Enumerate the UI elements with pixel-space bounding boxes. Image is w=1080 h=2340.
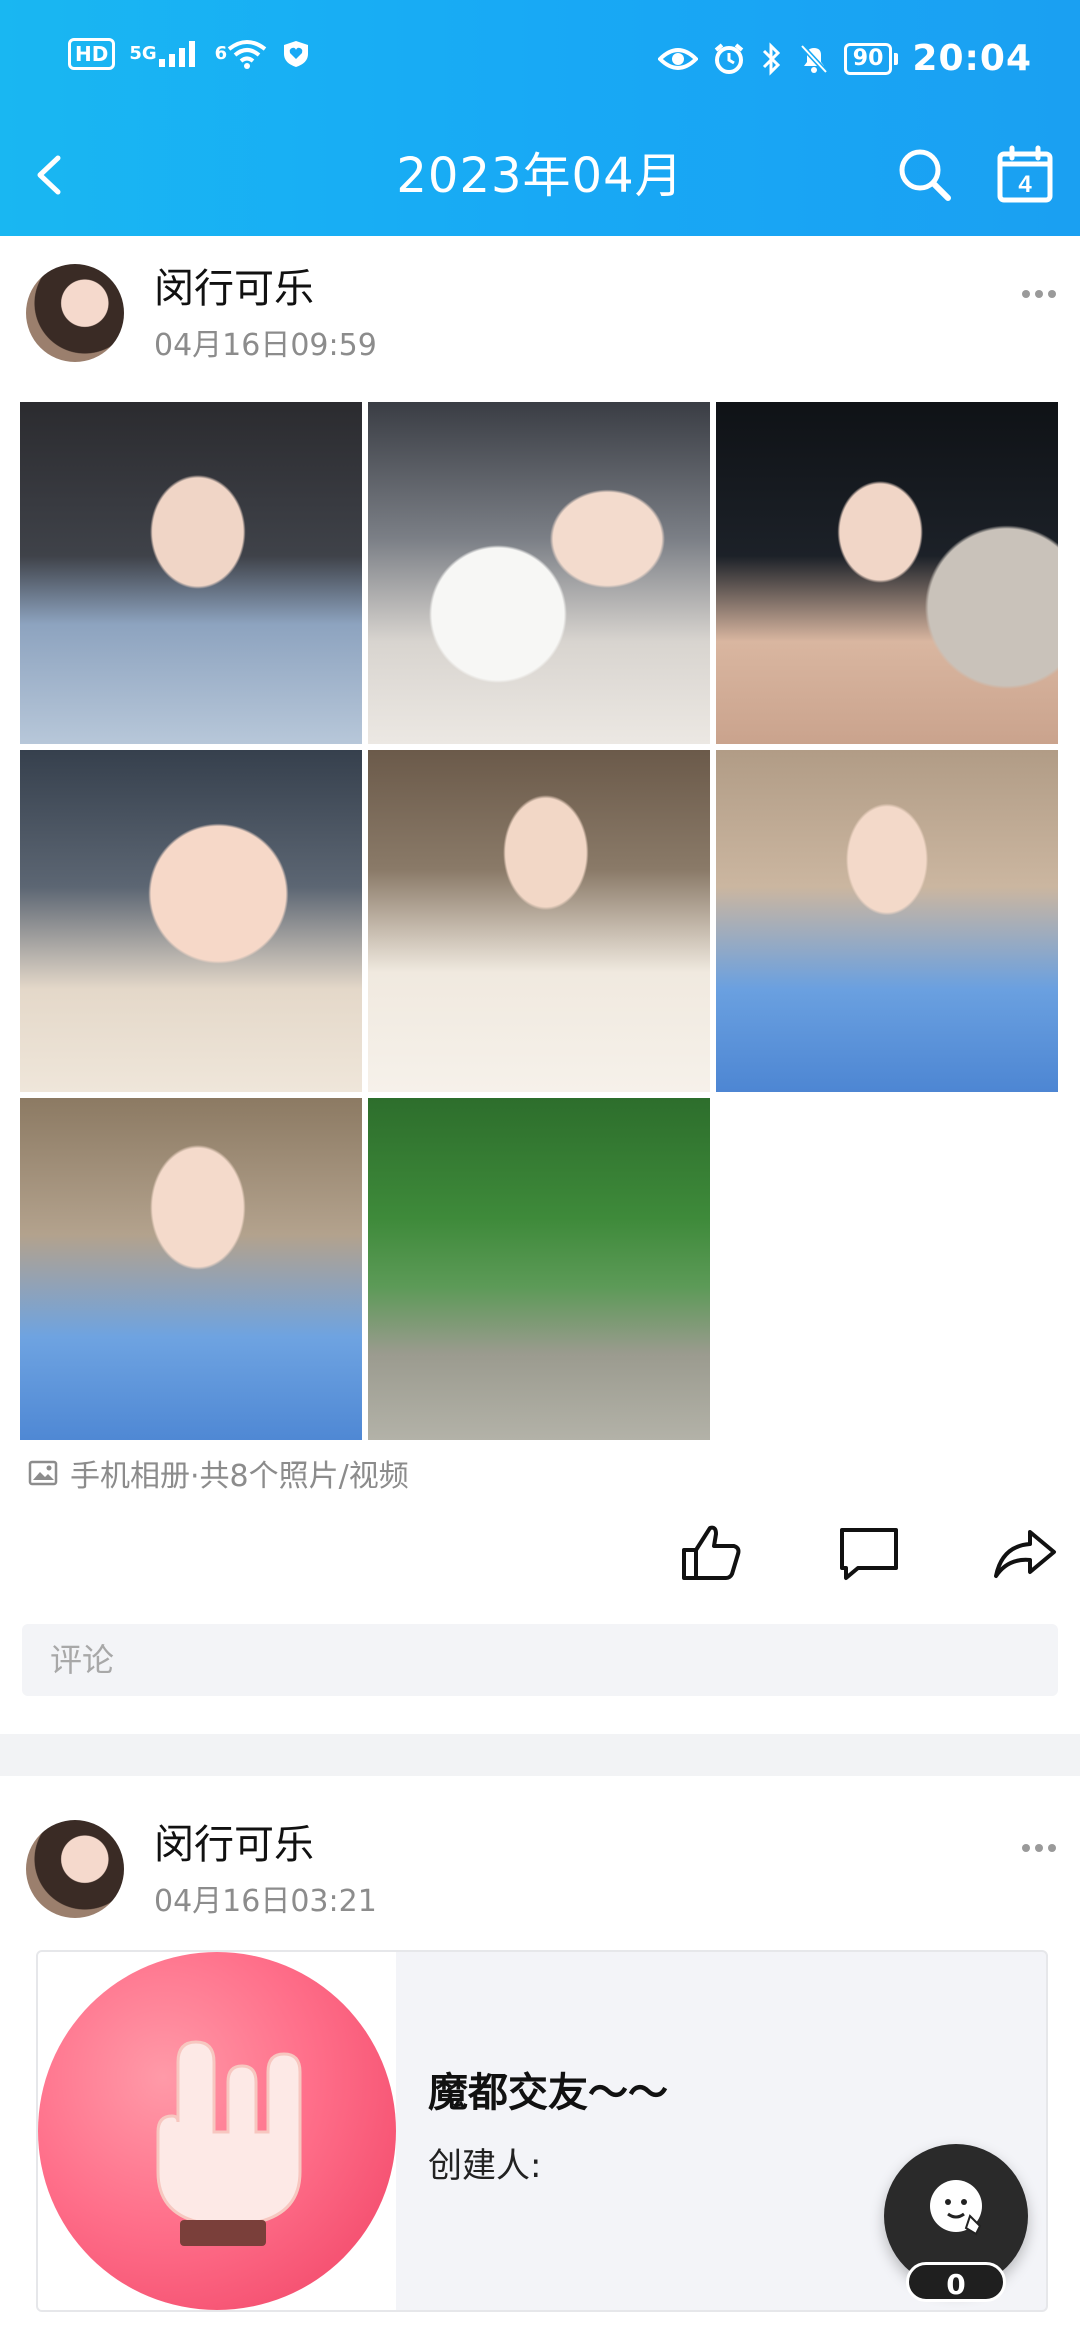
photo-thumbnail[interactable] <box>20 750 362 1092</box>
avatar[interactable] <box>26 1820 124 1918</box>
status-bar: HD 5G 6 90 20:04 <box>0 0 1080 120</box>
comment-input[interactable]: 评论 <box>22 1624 1058 1696</box>
signal-bars-icon <box>158 41 195 67</box>
post-author[interactable]: 闵行可乐 <box>154 256 314 314</box>
shared-title: 魔都交友～～ <box>428 2070 668 2116</box>
status-time: 20:04 <box>912 38 1032 79</box>
post-author[interactable]: 闵行可乐 <box>154 1812 314 1870</box>
eye-icon <box>657 45 698 73</box>
status-left: HD 5G 6 <box>68 38 311 70</box>
hd-badge: HD <box>68 38 116 70</box>
calendar-day-label: 4 <box>1018 171 1032 198</box>
smiley-hand-icon <box>930 2180 982 2236</box>
header: HD 5G 6 90 20:04 2023年04月 4 <box>0 0 1080 236</box>
shared-group-card[interactable]: 魔都交友～～ 创建人: <box>36 1950 1048 2312</box>
photo-thumbnail[interactable] <box>20 1098 362 1440</box>
shared-creator-label: 创建人: <box>428 2146 542 2186</box>
heart-shield-icon <box>281 39 311 69</box>
photo-thumbnail[interactable] <box>368 402 710 744</box>
photo-thumbnail[interactable] <box>716 402 1058 744</box>
photo-thumbnail[interactable] <box>368 750 710 1092</box>
photo-grid <box>20 402 1058 1440</box>
post-time: 04月16日03:21 <box>154 1884 377 1919</box>
group-thumbnail <box>38 1952 396 2310</box>
battery-tip <box>894 52 899 65</box>
nav-bar: 2023年04月 4 <box>0 120 1080 236</box>
photo-thumbnail[interactable] <box>20 402 362 744</box>
post-time: 04月16日09:59 <box>154 328 377 363</box>
floating-count-badge: 0 <box>906 2262 1006 2302</box>
more-options-icon[interactable] <box>1022 284 1062 304</box>
share-icon[interactable] <box>990 1518 1060 1588</box>
like-icon[interactable] <box>676 1518 746 1588</box>
battery-level: 90 <box>843 42 893 75</box>
hand-gesture-icon <box>156 2040 302 2246</box>
photo-thumbnail[interactable] <box>368 1098 710 1440</box>
post-card: 闵行可乐 04月16日09:59 手机相册·共8个照片/视频 评论 <box>0 236 1080 1734</box>
mute-bell-icon <box>798 42 830 76</box>
album-info-text: 手机相册·共8个照片/视频 <box>70 1459 409 1494</box>
wifi-icon: 6 <box>215 39 268 69</box>
photo-thumbnail[interactable] <box>716 750 1058 1092</box>
bluetooth-icon <box>760 41 784 76</box>
search-icon[interactable] <box>890 140 960 210</box>
calendar-icon[interactable]: 4 <box>990 140 1060 210</box>
battery-indicator: 90 <box>843 42 899 75</box>
avatar[interactable] <box>26 264 124 362</box>
image-icon <box>28 1460 58 1486</box>
album-info[interactable]: 手机相册·共8个照片/视频 <box>28 1451 409 1495</box>
more-options-icon[interactable] <box>1022 1838 1062 1858</box>
cellular-signal-icon: 5G <box>129 39 200 69</box>
comment-icon[interactable] <box>834 1518 904 1588</box>
status-right: 90 20:04 <box>657 38 1032 79</box>
alarm-icon <box>712 42 746 76</box>
